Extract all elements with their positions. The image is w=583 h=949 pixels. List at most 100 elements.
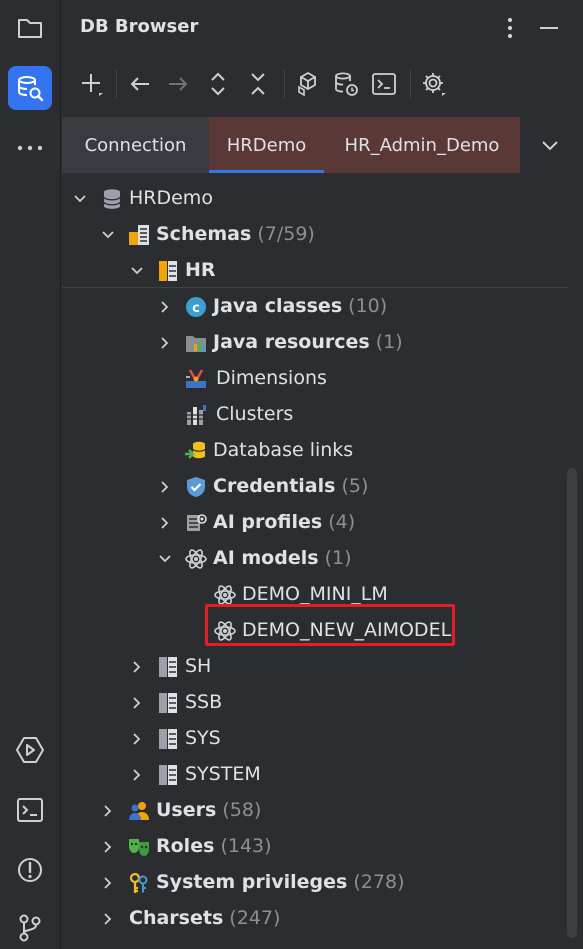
objects-filter-button[interactable] bbox=[292, 68, 324, 100]
chevron-right-icon[interactable] bbox=[128, 658, 146, 676]
tree-node-system[interactable]: SYSTEM bbox=[62, 757, 567, 793]
chevron-down-icon[interactable] bbox=[156, 550, 174, 568]
chevron-right-icon[interactable] bbox=[128, 766, 146, 784]
tab-hr-admin-demo[interactable]: HR_Admin_Demo bbox=[324, 117, 520, 173]
forward-button[interactable] bbox=[162, 68, 194, 100]
tree-node-label: Database links bbox=[213, 439, 354, 461]
database-icon bbox=[103, 189, 121, 209]
tree-node-java-resources[interactable]: Java resources (1) bbox=[62, 325, 567, 361]
database-link-icon bbox=[185, 441, 206, 459]
chevron-down-icon[interactable] bbox=[128, 262, 146, 280]
chevron-right-icon[interactable] bbox=[128, 694, 146, 712]
node-count: (143) bbox=[220, 835, 272, 857]
tree-node-label: Dimensions bbox=[216, 367, 327, 389]
schema-icon bbox=[159, 693, 177, 713]
db-browser-button[interactable] bbox=[8, 66, 52, 110]
tree-node-label: Roles bbox=[156, 835, 215, 857]
tree-node-java-classes[interactable]: c Java classes (10) bbox=[62, 289, 567, 325]
tree-node-label: Schemas bbox=[156, 223, 252, 245]
node-count: (10) bbox=[348, 295, 388, 317]
tree-node-label: Users bbox=[156, 799, 217, 821]
version-control-button[interactable] bbox=[8, 906, 52, 949]
tree-node-hr[interactable]: HR bbox=[62, 253, 567, 289]
connection-tabs: Connection HRDemo HR_Admin_Demo bbox=[62, 117, 583, 173]
chevron-right-icon[interactable] bbox=[156, 298, 174, 316]
add-icon bbox=[82, 74, 103, 96]
more-horizontal-icon bbox=[17, 145, 43, 151]
chevron-down-icon[interactable] bbox=[99, 226, 117, 244]
tree-node-users[interactable]: Users (58) bbox=[62, 793, 567, 829]
tree-node-label: AI models bbox=[213, 547, 319, 569]
tab-connection[interactable]: Connection bbox=[62, 117, 209, 173]
chevron-right-icon[interactable] bbox=[156, 514, 174, 532]
chevron-right-icon[interactable] bbox=[99, 874, 117, 892]
ai-profile-icon bbox=[187, 514, 207, 531]
chevron-down-icon[interactable] bbox=[71, 190, 89, 208]
more-tools-button[interactable] bbox=[8, 126, 52, 170]
collapse-all-button[interactable] bbox=[242, 68, 274, 100]
project-folder-button[interactable] bbox=[8, 6, 52, 50]
tree-node-label: HRDemo bbox=[129, 187, 213, 209]
activity-strip bbox=[0, 0, 61, 949]
chevron-right-icon[interactable] bbox=[156, 478, 174, 496]
schemas-icon bbox=[129, 225, 149, 245]
arrow-left-icon bbox=[130, 77, 149, 91]
terminal-button[interactable] bbox=[8, 788, 52, 832]
problems-button[interactable] bbox=[8, 848, 52, 892]
tab-hrdemo[interactable]: HRDemo bbox=[209, 117, 324, 173]
tree-node-label: SSB bbox=[185, 691, 223, 713]
chevron-right-icon[interactable] bbox=[99, 910, 117, 928]
tree-node-database-links[interactable]: Database links bbox=[62, 433, 567, 469]
node-count: (1) bbox=[375, 331, 403, 353]
expand-all-button[interactable] bbox=[202, 68, 234, 100]
tree-node-dimensions[interactable]: Dimensions bbox=[62, 361, 567, 397]
expand-icon bbox=[211, 72, 225, 96]
node-count: (278) bbox=[353, 871, 405, 893]
database-clock-icon bbox=[335, 72, 358, 96]
chevron-right-icon[interactable] bbox=[128, 730, 146, 748]
minimize-icon bbox=[540, 27, 558, 29]
panel-header: DB Browser bbox=[62, 0, 583, 56]
dimensions-icon bbox=[186, 369, 206, 388]
shield-check-icon bbox=[187, 477, 205, 497]
tree-divider bbox=[62, 287, 567, 288]
tree-node-ai-profiles[interactable]: AI profiles (4) bbox=[62, 505, 567, 541]
keys-icon bbox=[129, 872, 148, 893]
node-count: (1) bbox=[324, 547, 352, 569]
settings-button[interactable] bbox=[418, 68, 450, 100]
tree-node-system-privileges[interactable]: System privileges (278) bbox=[62, 865, 567, 901]
tree-node-label: HR bbox=[185, 259, 216, 281]
tree-node-clusters[interactable]: Clusters bbox=[62, 397, 567, 433]
git-branch-icon bbox=[19, 914, 41, 942]
tree-node-ssb[interactable]: SSB bbox=[62, 685, 567, 721]
java-resources-icon bbox=[186, 336, 206, 352]
tree-scrollbar[interactable] bbox=[567, 468, 577, 938]
minimize-panel-button[interactable] bbox=[536, 14, 562, 42]
schedule-button[interactable] bbox=[330, 68, 362, 100]
tree-node-schemas[interactable]: Schemas (7/59) bbox=[62, 217, 567, 253]
tree-node-credentials[interactable]: Credentials (5) bbox=[62, 469, 567, 505]
java-class-icon: c bbox=[186, 297, 206, 317]
folder-icon bbox=[18, 19, 42, 38]
add-connection-button[interactable] bbox=[76, 68, 108, 100]
chevron-right-icon[interactable] bbox=[99, 838, 117, 856]
tree-node-sh[interactable]: SH bbox=[62, 649, 567, 685]
highlight-box bbox=[205, 604, 455, 646]
schema-icon bbox=[159, 729, 177, 749]
tree-node-hrdemo[interactable]: HRDemo bbox=[62, 181, 567, 217]
chevron-right-icon[interactable] bbox=[156, 334, 174, 352]
chevron-right-icon[interactable] bbox=[99, 802, 117, 820]
roles-masks-icon bbox=[129, 839, 149, 856]
tree-node-charsets[interactable]: Charsets (247) bbox=[62, 901, 567, 937]
tree-node-roles[interactable]: Roles (143) bbox=[62, 829, 567, 865]
tree-node-sys[interactable]: SYS bbox=[62, 721, 567, 757]
more-tabs-button[interactable] bbox=[532, 131, 568, 159]
tree-node-label: Credentials bbox=[213, 475, 336, 497]
back-button[interactable] bbox=[124, 68, 156, 100]
options-menu-button[interactable] bbox=[497, 14, 523, 42]
tree-node-ai-models[interactable]: AI models (1) bbox=[62, 541, 567, 577]
services-button[interactable] bbox=[8, 728, 52, 772]
sql-console-button[interactable] bbox=[368, 68, 400, 100]
toolbar-separator bbox=[284, 70, 285, 98]
console-icon bbox=[372, 73, 396, 95]
